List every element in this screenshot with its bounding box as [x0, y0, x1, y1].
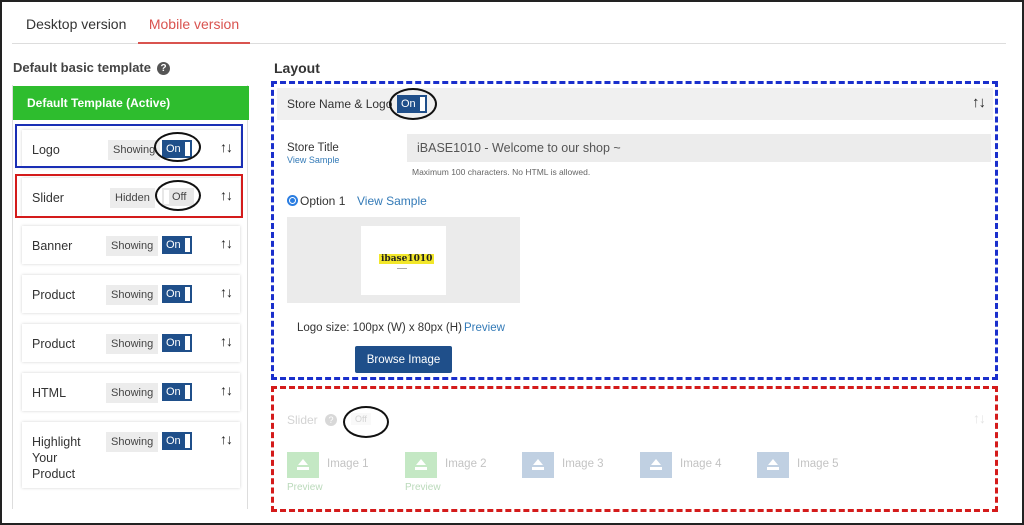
version-tabs: Desktop version Mobile version	[12, 4, 1006, 44]
slider-highlight-box	[15, 174, 243, 218]
store-section-dashed-border	[271, 81, 998, 380]
reorder-arrows-icon[interactable]: ↑↓	[220, 284, 233, 300]
status-badge: Showing	[106, 334, 159, 354]
logo-toggle-annotation	[154, 132, 201, 162]
status-badge: Showing	[106, 432, 159, 452]
slider-section-dashed-border	[271, 386, 998, 512]
product-toggle[interactable]: On	[162, 334, 192, 352]
template-item-product[interactable]: Product Showing On ↑↓	[22, 324, 240, 362]
active-template-header[interactable]: Default Template (Active)	[13, 86, 249, 120]
template-item-banner[interactable]: Banner Showing On ↑↓	[22, 226, 240, 264]
template-item-label: HTML	[32, 386, 67, 400]
tab-desktop-version[interactable]: Desktop version	[26, 4, 126, 44]
reorder-arrows-icon[interactable]: ↑↓	[220, 235, 233, 251]
logo-highlight-box	[15, 124, 243, 168]
template-item-label: Product	[32, 337, 76, 351]
status-badge: Showing	[106, 236, 159, 256]
highlight-product-toggle[interactable]: On	[162, 432, 192, 450]
reorder-arrows-icon[interactable]: ↑↓	[220, 431, 233, 447]
template-item-label: Highlight Your Product	[32, 435, 81, 481]
layout-heading: Layout	[274, 60, 320, 76]
help-icon[interactable]: ?	[157, 62, 170, 75]
app-frame: Desktop version Mobile version Default b…	[0, 0, 1024, 525]
template-item-html[interactable]: HTML Showing On ↑↓	[22, 373, 240, 411]
status-badge: Showing	[106, 285, 159, 305]
html-toggle[interactable]: On	[162, 383, 192, 401]
reorder-arrows-icon[interactable]: ↑↓	[220, 382, 233, 398]
template-item-label: Product	[32, 288, 76, 302]
tab-mobile-version[interactable]: Mobile version	[138, 4, 250, 44]
product-toggle[interactable]: On	[162, 285, 192, 303]
template-item-product[interactable]: Product Showing On ↑↓	[22, 275, 240, 313]
banner-toggle[interactable]: On	[162, 236, 192, 254]
template-item-label: Banner	[32, 239, 73, 253]
template-item-highlight-product[interactable]: Highlight Your Product Showing On ↑↓	[22, 422, 240, 488]
default-template-heading: Default basic template?	[13, 60, 170, 75]
slider-toggle-annotation	[155, 180, 201, 211]
status-badge: Showing	[106, 383, 159, 403]
reorder-arrows-icon[interactable]: ↑↓	[220, 333, 233, 349]
default-template-heading-text: Default basic template	[13, 60, 151, 75]
